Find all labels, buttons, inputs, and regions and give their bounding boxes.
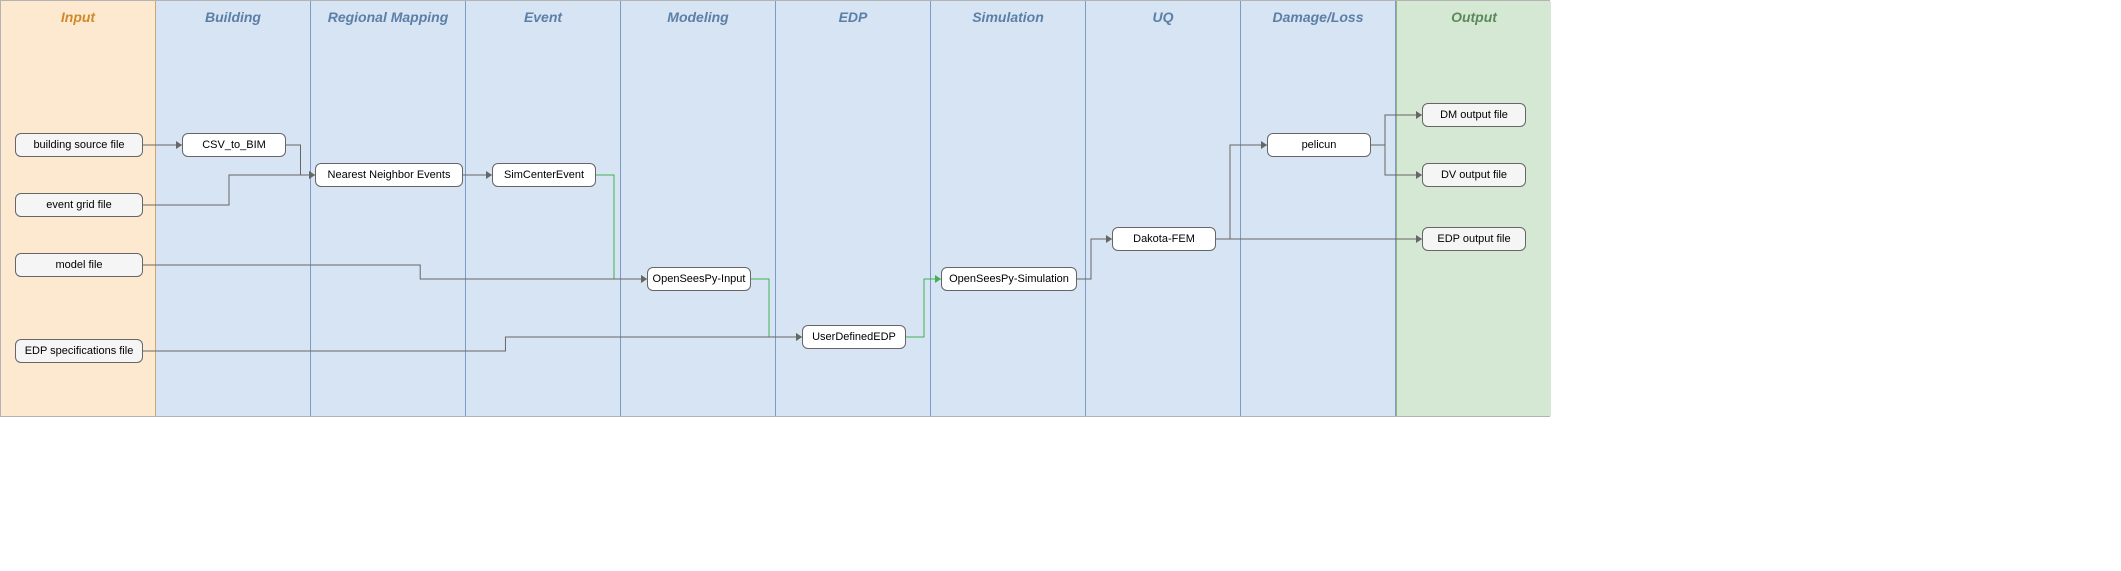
lane-header-output: Output [1397,9,1551,25]
lane-header-dl: Damage/Loss [1241,9,1395,25]
lane-uq: UQ [1086,1,1241,416]
node-udedp: UserDefinedEDP [802,325,906,349]
lane-regmap: Regional Mapping [311,1,466,416]
workflow-diagram: InputBuildingRegional MappingEventModeli… [0,0,1550,417]
lane-header-model: Modeling [621,9,775,25]
lane-header-input: Input [1,9,155,25]
node-pelicun: pelicun [1267,133,1371,157]
lane-header-edp: EDP [776,9,930,25]
lane-dl: Damage/Loss [1241,1,1396,416]
node-out_dv: DV output file [1422,163,1526,187]
node-in_building: building source file [15,133,143,157]
node-osinput: OpenSeesPy-Input [647,267,751,291]
lane-header-build: Building [156,9,310,25]
lane-header-uq: UQ [1086,9,1240,25]
lane-header-regmap: Regional Mapping [311,9,465,25]
lane-event: Event [466,1,621,416]
lane-build: Building [156,1,311,416]
node-dakota: Dakota-FEM [1112,227,1216,251]
node-out_dm: DM output file [1422,103,1526,127]
node-in_eventgrid: event grid file [15,193,143,217]
node-in_edpspec: EDP specifications file [15,339,143,363]
lane-sim: Simulation [931,1,1086,416]
lane-model: Modeling [621,1,776,416]
node-in_model: model file [15,253,143,277]
node-csv2bim: CSV_to_BIM [182,133,286,157]
lane-edp: EDP [776,1,931,416]
lane-output: Output [1396,1,1551,416]
lane-header-sim: Simulation [931,9,1085,25]
node-out_edp: EDP output file [1422,227,1526,251]
lane-header-event: Event [466,9,620,25]
node-ossim: OpenSeesPy-Simulation [941,267,1077,291]
node-nne: Nearest Neighbor Events [315,163,463,187]
node-simevent: SimCenterEvent [492,163,596,187]
